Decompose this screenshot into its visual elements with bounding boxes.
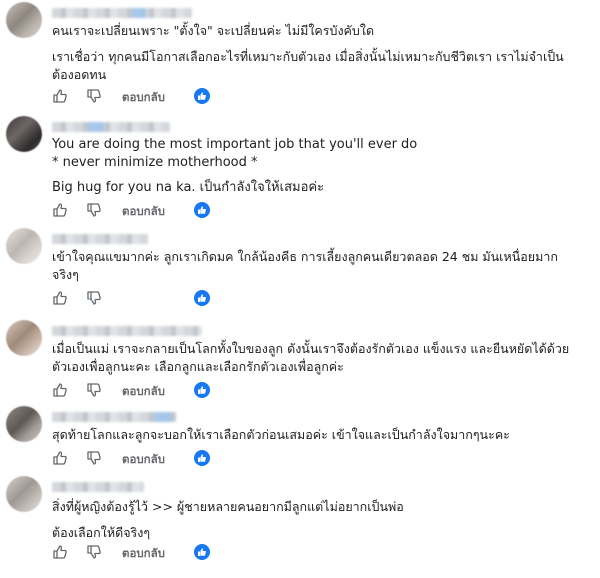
comment-actions: ◡	[52, 290, 252, 308]
comment-text-line: จริงๆ	[52, 267, 79, 282]
comment-text-line: * never minimize motherhood *	[52, 155, 258, 170]
reply-button[interactable]: ตอบกลับ	[122, 451, 165, 467]
loading-indicator-icon: ◡	[88, 292, 97, 303]
comment-text-line: Big hug for you na ka. เป็นกำลังใจให้เสม…	[52, 180, 325, 195]
thumbs-down-icon[interactable]	[86, 450, 102, 466]
reply-button[interactable]: ตอบกลับ	[122, 89, 165, 105]
thumbs-down-icon[interactable]	[86, 544, 102, 560]
commenter-name-redacted[interactable]	[52, 234, 148, 244]
comment-actions: ตอบกลับ	[52, 88, 252, 106]
comment-text-line: ต้องอดทน	[52, 67, 107, 82]
comment-text-line: สิ่งที่ผู้หญิงต้องรู้ไว้ >> ผู้ชายหลายคน…	[52, 499, 404, 514]
comment-actions: ตอบกลับ	[52, 450, 252, 468]
commenter-name-redacted[interactable]	[52, 482, 144, 492]
comment-actions: ตอบกลับ	[52, 544, 252, 562]
like-reaction-badge-icon[interactable]	[194, 382, 210, 398]
commenter-name-redacted[interactable]	[52, 412, 176, 422]
commenter-name-redacted[interactable]	[52, 122, 170, 132]
commenter-name-redacted[interactable]	[52, 8, 192, 18]
thumbs-up-icon[interactable]	[52, 88, 68, 104]
comment-text-line: เมื่อเป็นแม่ เราจะกลายเป็นโลกทั้งใบของลู…	[52, 341, 570, 356]
comment-text-line: คนเราจะเปลี่ยนเพราะ "ตั้งใจ" จะเปลี่ยนค่…	[52, 23, 375, 38]
avatar[interactable]	[6, 476, 42, 512]
like-reaction-badge-icon[interactable]	[194, 290, 210, 306]
reply-button[interactable]: ตอบกลับ	[122, 545, 165, 561]
avatar[interactable]	[6, 320, 42, 356]
thumbs-up-icon[interactable]	[52, 202, 68, 218]
thumbs-down-icon[interactable]	[86, 88, 102, 104]
reply-button[interactable]: ตอบกลับ	[122, 203, 165, 219]
like-reaction-badge-icon[interactable]	[194, 88, 210, 104]
comment-text-line: สุดท้ายโลกและลูกจะบอกให้เราเลือกตัวก่อนเ…	[52, 427, 510, 442]
thumbs-up-icon[interactable]	[52, 290, 68, 306]
avatar[interactable]	[6, 2, 42, 38]
like-reaction-badge-icon[interactable]	[194, 450, 210, 466]
thumbs-up-icon[interactable]	[52, 544, 68, 560]
comment-text-line: You are doing the most important job tha…	[52, 137, 418, 152]
commenter-name-redacted[interactable]	[52, 326, 202, 336]
comment-actions: ตอบกลับ	[52, 382, 252, 400]
like-reaction-badge-icon[interactable]	[194, 202, 210, 218]
reply-button[interactable]: ตอบกลับ	[122, 383, 165, 399]
thumbs-down-icon[interactable]	[86, 382, 102, 398]
comment-text-line: ตัวเองเพื่อลูกนะคะ เลือกลูกและเลือกรักตั…	[52, 359, 344, 374]
like-reaction-badge-icon[interactable]	[194, 544, 210, 560]
thumbs-down-icon[interactable]	[86, 202, 102, 218]
avatar[interactable]	[6, 116, 42, 152]
avatar[interactable]	[6, 228, 42, 264]
thumbs-up-icon[interactable]	[52, 382, 68, 398]
thumbs-up-icon[interactable]	[52, 450, 68, 466]
comment-text-line: เราเชื่อว่า ทุกคนมีโอกาสเลือกอะไรที่เหมา…	[52, 49, 564, 64]
avatar[interactable]	[6, 406, 42, 442]
comment-text-line: ต้องเลือกให้ดีจริงๆ	[52, 525, 151, 540]
comment-text-line: เข้าใจคุณแขมากค่ะ ลูกเราเกิดมค ใกล้น้องค…	[52, 249, 558, 264]
comment-actions: ตอบกลับ	[52, 202, 252, 220]
